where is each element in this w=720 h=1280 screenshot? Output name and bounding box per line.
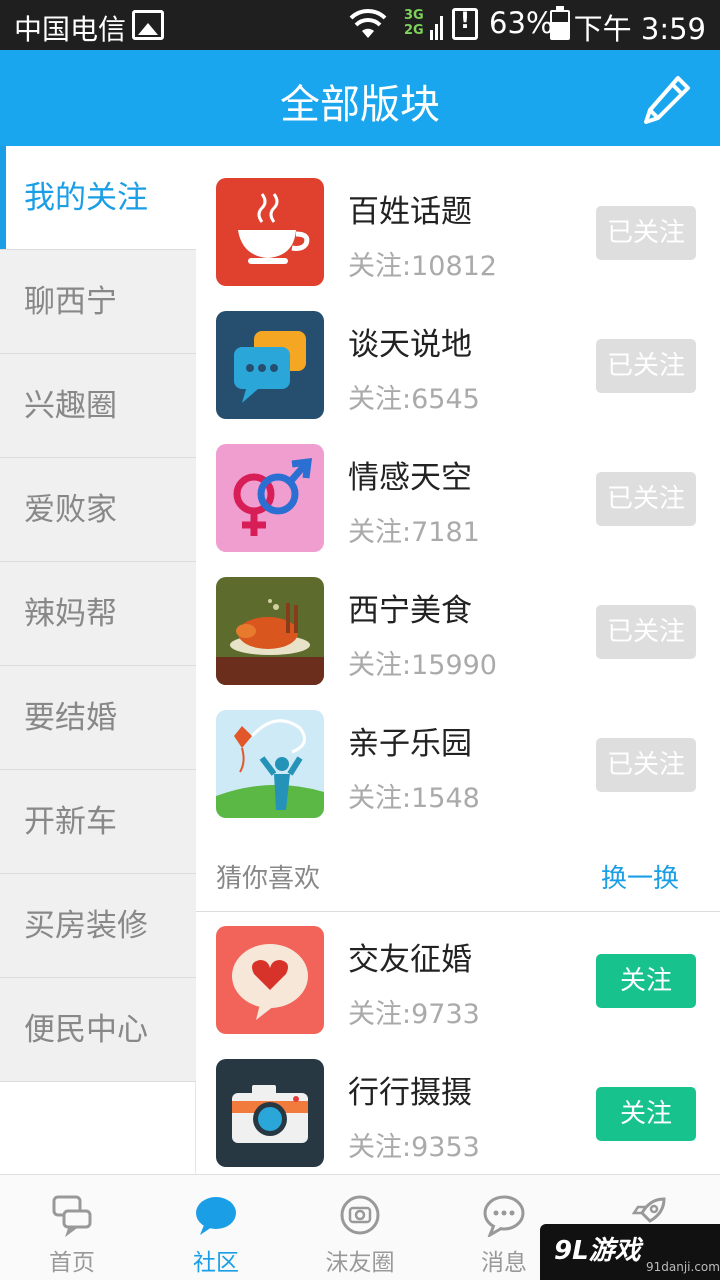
forum-follow-count: 关注:10812 — [348, 251, 497, 282]
tab-label: 首页 — [49, 1250, 95, 1276]
roast-chicken-icon — [216, 577, 324, 685]
gender-symbols-icon — [216, 444, 324, 552]
category-sidebar: 我的关注 聊西宁 兴趣圈 爱败家 辣妈帮 要结婚 开新车 买房装修 便民中心 — [0, 146, 196, 1082]
sidebar-item-moms[interactable]: 辣妈帮 — [0, 562, 196, 666]
followed-button[interactable]: 已关注 — [596, 339, 696, 393]
forum-name: 行行摄摄 — [348, 1075, 472, 1111]
page-title: 全部版块 — [280, 82, 440, 128]
followed-button[interactable]: 已关注 — [596, 605, 696, 659]
carrier-name: 中国电信 — [14, 13, 127, 46]
forum-name: 谈天说地 — [348, 327, 472, 363]
sim-alert-icon — [452, 8, 478, 40]
forum-follow-count: 关注:7181 — [348, 517, 480, 548]
app-header: 全部版块 — [0, 50, 720, 146]
camera-icon — [216, 1059, 324, 1167]
community-bubble-icon — [196, 1197, 236, 1235]
list-item[interactable]: 谈天说地 关注:6545 已关注 — [196, 299, 720, 432]
kite-child-icon — [216, 710, 324, 818]
followed-button[interactable]: 已关注 — [596, 738, 696, 792]
forum-name: 百姓话题 — [348, 194, 472, 230]
clock: 下午 3:59 — [573, 12, 706, 46]
sidebar-item-interests[interactable]: 兴趣圈 — [0, 354, 196, 458]
sidebar-item-shopping[interactable]: 爱败家 — [0, 458, 196, 562]
watermark: 9L游戏 91danji.com — [540, 1224, 720, 1280]
list-item[interactable]: 亲子乐园 关注:1548 已关注 — [196, 698, 720, 831]
list-item[interactable]: 情感天空 关注:7181 已关注 — [196, 432, 720, 565]
status-bar: 中国电信 3G 2G 63% 下午 3:59 — [0, 0, 720, 50]
forum-name: 西宁美食 — [348, 593, 472, 629]
camera-circle-icon — [340, 1195, 380, 1235]
battery-icon — [550, 6, 570, 40]
forum-follow-count: 关注:6545 — [348, 384, 480, 415]
tab-label: 社区 — [193, 1250, 239, 1276]
watermark-site: 91danji.com — [646, 1260, 720, 1274]
sidebar-item-xining[interactable]: 聊西宁 — [0, 250, 196, 354]
list-item[interactable]: 交友征婚 关注:9733 关注 — [196, 914, 720, 1047]
followed-button[interactable]: 已关注 — [596, 206, 696, 260]
list-item[interactable]: 西宁美食 关注:15990 已关注 — [196, 565, 720, 698]
network-3g-label: 3G — [404, 8, 424, 23]
image-notification-icon — [132, 10, 164, 40]
list-item[interactable]: 百姓话题 关注:10812 已关注 — [196, 166, 720, 299]
forum-name: 情感天空 — [348, 460, 472, 496]
tab-community[interactable]: 社区 — [144, 1175, 288, 1280]
network-2g-label: 2G — [404, 23, 424, 38]
forum-name: 亲子乐园 — [348, 726, 472, 762]
forum-name: 交友征婚 — [348, 942, 472, 978]
forum-follow-count: 关注:15990 — [348, 650, 497, 681]
tab-label: 沫友圈 — [325, 1250, 395, 1276]
watermark-logo: 9L游戏 — [554, 1236, 641, 1266]
list-item[interactable]: 行行摄摄 关注:9353 关注 — [196, 1047, 720, 1180]
sidebar-item-home-decor[interactable]: 买房装修 — [0, 874, 196, 978]
network-type: 3G 2G — [404, 8, 424, 38]
forum-follow-count: 关注:9353 — [348, 1132, 480, 1163]
recommend-label: 猜你喜欢 — [216, 864, 321, 894]
follow-button[interactable]: 关注 — [596, 1087, 696, 1141]
forum-follow-count: 关注:1548 — [348, 783, 480, 814]
recommend-header: 猜你喜欢 换一换 — [196, 846, 720, 912]
tab-moments[interactable]: 沫友圈 — [288, 1175, 432, 1280]
forum-follow-count: 关注:9733 — [348, 999, 480, 1030]
signal-icon — [430, 16, 443, 40]
teacup-icon — [216, 178, 324, 286]
sidebar-item-new-car[interactable]: 开新车 — [0, 770, 196, 874]
home-chat-icon — [52, 1195, 92, 1237]
tab-home[interactable]: 首页 — [0, 1175, 144, 1280]
heart-bubble-icon — [216, 926, 324, 1034]
follow-button[interactable]: 关注 — [596, 954, 696, 1008]
chat-bubbles-icon — [216, 311, 324, 419]
sidebar-item-wedding[interactable]: 要结婚 — [0, 666, 196, 770]
message-icon — [483, 1195, 525, 1237]
sidebar-item-my-follows[interactable]: 我的关注 — [0, 146, 196, 250]
refresh-recommend-link[interactable]: 换一换 — [601, 858, 679, 895]
sidebar-item-services[interactable]: 便民中心 — [0, 978, 196, 1082]
followed-button[interactable]: 已关注 — [596, 472, 696, 526]
sidebar-empty-area — [0, 1082, 196, 1174]
pencil-icon[interactable] — [638, 72, 694, 128]
wifi-icon — [349, 8, 387, 38]
battery-percent: 63% — [489, 6, 554, 40]
forum-list: 百姓话题 关注:10812 已关注 谈天说地 关注:6545 已关注 情感天空 … — [196, 146, 720, 1174]
